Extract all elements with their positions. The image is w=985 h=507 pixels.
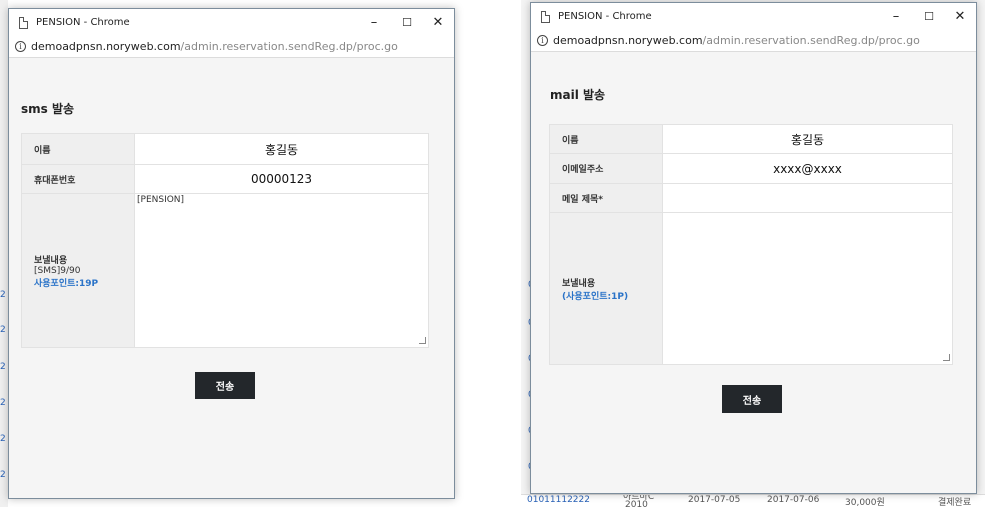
send-button[interactable]: 전송 — [722, 385, 782, 413]
page-title: mail 발송 — [550, 88, 606, 102]
url-path: /admin.reservation.sendReg.dp/proc.go — [702, 34, 920, 47]
close-button[interactable]: ✕ — [423, 13, 453, 33]
send-button[interactable]: 전송 — [195, 372, 255, 399]
info-icon[interactable]: i — [537, 35, 548, 46]
message-textarea[interactable]: [PENSION] — [135, 194, 428, 346]
page-title: sms 발송 — [21, 102, 75, 116]
message-textarea[interactable] — [663, 213, 952, 363]
sms-popup-window: PENSION - Chrome – ☐ ✕ i demoadpnsn.nory… — [8, 8, 455, 499]
window-title: PENSION - Chrome — [558, 11, 652, 22]
name-label: 이름 — [21, 133, 135, 165]
resize-handle[interactable] — [419, 337, 426, 344]
background-cell: 2010 — [625, 500, 648, 507]
background-link: 2 — [0, 325, 6, 335]
url-host: demoadpnsn.noryweb.com — [553, 34, 703, 47]
content-textarea-cell: [PENSION] — [134, 193, 429, 348]
mail-form-table: 이름 홍길동 이메일주소 xxxx@xxxx 메일 제목* 보낼내용 (사용포인… — [549, 124, 953, 365]
background-cell: 2017-07-06 — [767, 495, 820, 505]
background-phone-link[interactable]: 01011112222 — [527, 495, 590, 505]
close-button[interactable]: ✕ — [945, 7, 975, 27]
phone-value: 00000123 — [134, 164, 429, 194]
subject-input[interactable] — [662, 183, 953, 213]
background-cell: 30,000원 — [845, 498, 885, 507]
page-icon — [19, 17, 28, 29]
email-label: 이메일주소 — [549, 153, 663, 184]
points-used: 사용포인트:19P — [34, 278, 99, 289]
content-textarea-cell — [662, 212, 953, 365]
sms-form-table: 이름 홍길동 휴대폰번호 00000123 보낼내용 [SMS]9/90 사용포… — [21, 133, 429, 348]
background-link: 2 — [0, 290, 6, 300]
page-icon — [541, 11, 550, 23]
background-link: 2 — [0, 398, 6, 408]
background-link: 2 — [0, 434, 6, 444]
window-titlebar[interactable]: PENSION - Chrome – ☐ ✕ — [9, 9, 454, 38]
content-label-title: 보낼내용 — [34, 255, 68, 266]
window-title: PENSION - Chrome — [36, 17, 130, 28]
name-label: 이름 — [549, 124, 663, 154]
url-host: demoadpnsn.noryweb.com — [31, 40, 181, 53]
url-path: /admin.reservation.sendReg.dp/proc.go — [180, 40, 398, 53]
window-titlebar[interactable]: PENSION - Chrome – ☐ ✕ — [531, 3, 976, 32]
background-link: 2 — [0, 362, 6, 372]
content-label-title: 보낼내용 — [562, 278, 596, 289]
resize-handle[interactable] — [943, 354, 950, 361]
background-cell: 2017-07-05 — [688, 495, 741, 505]
sms-length-counter: [SMS]9/90 — [34, 265, 81, 276]
subject-label: 메일 제목* — [549, 183, 663, 213]
info-icon[interactable]: i — [15, 41, 26, 52]
minimize-button[interactable]: – — [359, 13, 389, 33]
background-link: 2 — [0, 470, 6, 480]
minimize-button[interactable]: – — [881, 7, 911, 27]
maximize-button[interactable]: ☐ — [914, 7, 944, 27]
content-label: 보낼내용 [SMS]9/90 사용포인트:19P — [21, 193, 135, 348]
background-cell: 결제완료 — [938, 498, 972, 507]
message-text: [PENSION] — [137, 195, 185, 205]
email-value: xxxx@xxxx — [662, 153, 953, 184]
maximize-button[interactable]: ☐ — [392, 13, 422, 33]
name-value: 홍길동 — [662, 124, 953, 154]
mail-popup-window: PENSION - Chrome – ☐ ✕ i demoadpnsn.nory… — [530, 2, 977, 494]
points-used: (사용포인트:1P) — [562, 291, 629, 302]
phone-label: 휴대폰번호 — [21, 164, 135, 194]
content-label: 보낼내용 (사용포인트:1P) — [549, 212, 663, 365]
background-page-left: 2 2 2 2 2 2 — [0, 0, 8, 507]
address-bar[interactable]: i demoadpnsn.noryweb.com/admin.reservati… — [531, 32, 976, 52]
name-value: 홍길동 — [134, 133, 429, 165]
background-table-row: 01011112222 아트바C 2010 2017-07-05 2017-07… — [521, 494, 985, 507]
address-bar[interactable]: i demoadpnsn.noryweb.com/admin.reservati… — [9, 38, 454, 58]
